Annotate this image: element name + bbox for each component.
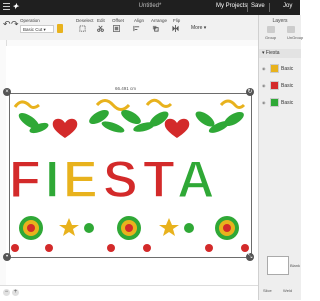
group-icon[interactable] bbox=[267, 26, 275, 33]
arrange-label: Arrange bbox=[151, 18, 168, 23]
operation-label: Operation bbox=[20, 18, 40, 23]
layer-thumbnail bbox=[270, 98, 279, 107]
flip-label: Flip bbox=[173, 18, 181, 23]
tab-ungroup[interactable]: UnGroup bbox=[287, 35, 303, 40]
layer-group[interactable]: ▾ Fiesta bbox=[259, 49, 301, 58]
operation-value: Basic Cut bbox=[23, 27, 43, 32]
eye-icon[interactable]: ◉ bbox=[262, 66, 266, 71]
layer-label: Basic bbox=[281, 100, 294, 106]
divider bbox=[247, 3, 248, 12]
zoom-out-icon[interactable]: − bbox=[3, 289, 10, 296]
lock-icon[interactable]: • bbox=[3, 253, 11, 261]
operation-select[interactable]: Basic Cut ▾ bbox=[20, 25, 54, 33]
my-projects-link[interactable]: My Projects bbox=[216, 3, 247, 9]
user-menu[interactable]: Joy bbox=[283, 3, 292, 9]
blank-canvas-thumbnail[interactable] bbox=[267, 256, 289, 275]
ungroup-icon[interactable] bbox=[287, 26, 295, 33]
tab-group[interactable]: Group bbox=[265, 35, 276, 40]
more-label: More bbox=[191, 25, 203, 31]
weld-button[interactable]: Weld bbox=[283, 288, 292, 293]
deselect-label: Deselect bbox=[76, 18, 94, 23]
undo-icon[interactable]: ↶ bbox=[3, 19, 11, 30]
layer-group-label: Fiesta bbox=[265, 50, 280, 56]
redo-icon[interactable]: ↷ bbox=[11, 19, 19, 30]
arrange-icon[interactable] bbox=[152, 25, 159, 32]
layer-item[interactable]: ◉ Basic bbox=[259, 95, 301, 110]
align-label: Align bbox=[134, 18, 145, 23]
rotate-icon[interactable]: ↻ bbox=[246, 88, 254, 96]
offset-icon[interactable] bbox=[113, 25, 120, 32]
layer-thumbnail bbox=[270, 81, 279, 90]
flip-icon[interactable] bbox=[172, 25, 179, 32]
more-menu[interactable]: More ▾ bbox=[191, 25, 206, 31]
deselect-icon[interactable] bbox=[79, 25, 86, 32]
header-bar: ✦ Untitled* My Projects Save Joy bbox=[0, 0, 300, 15]
offset-label: Offset bbox=[112, 18, 124, 23]
edit-label: Edit bbox=[97, 18, 105, 23]
layer-item[interactable]: ◉ Basic bbox=[259, 78, 301, 93]
selection-box bbox=[9, 93, 252, 258]
slice-button[interactable]: Slice bbox=[263, 288, 272, 293]
close-icon[interactable]: × bbox=[3, 88, 11, 96]
color-swatch[interactable] bbox=[57, 24, 63, 33]
width-readout: 66.491 cm bbox=[115, 86, 137, 91]
layer-label: Basic bbox=[281, 66, 294, 72]
edit-toolbar: ↶ ↷ Operation Basic Cut ▾ Deselect Edit … bbox=[0, 15, 258, 41]
panel-title: Layers bbox=[272, 18, 288, 24]
eye-icon[interactable]: ◉ bbox=[262, 83, 266, 88]
zoom-in-icon[interactable]: + bbox=[12, 289, 19, 296]
zoom-bar bbox=[0, 285, 258, 301]
layer-label: Basic bbox=[281, 83, 294, 89]
layer-thumbnail bbox=[270, 64, 279, 73]
blank-canvas-label: Blank bbox=[290, 263, 301, 268]
layer-item[interactable]: ◉ Basic bbox=[259, 61, 301, 76]
scissors-icon[interactable] bbox=[97, 25, 104, 32]
eye-icon[interactable]: ◉ bbox=[262, 100, 266, 105]
align-icon[interactable] bbox=[133, 25, 140, 32]
save-button[interactable]: Save bbox=[251, 3, 265, 9]
resize-icon[interactable]: ⤡ bbox=[246, 253, 254, 261]
divider bbox=[269, 3, 270, 12]
chevron-down-icon[interactable]: ▾ bbox=[259, 50, 265, 56]
